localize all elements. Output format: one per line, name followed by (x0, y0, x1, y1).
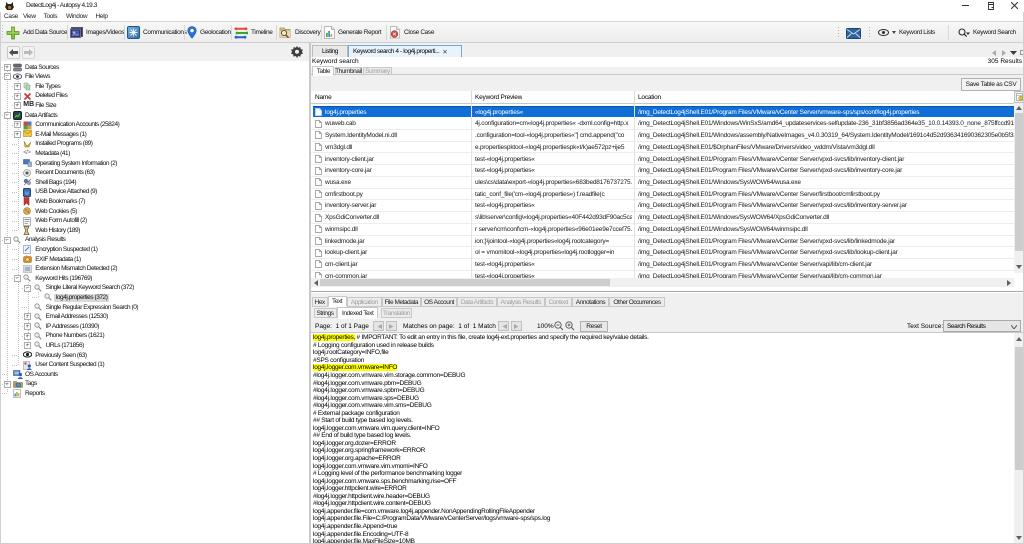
svg-text:U: U (26, 190, 29, 195)
